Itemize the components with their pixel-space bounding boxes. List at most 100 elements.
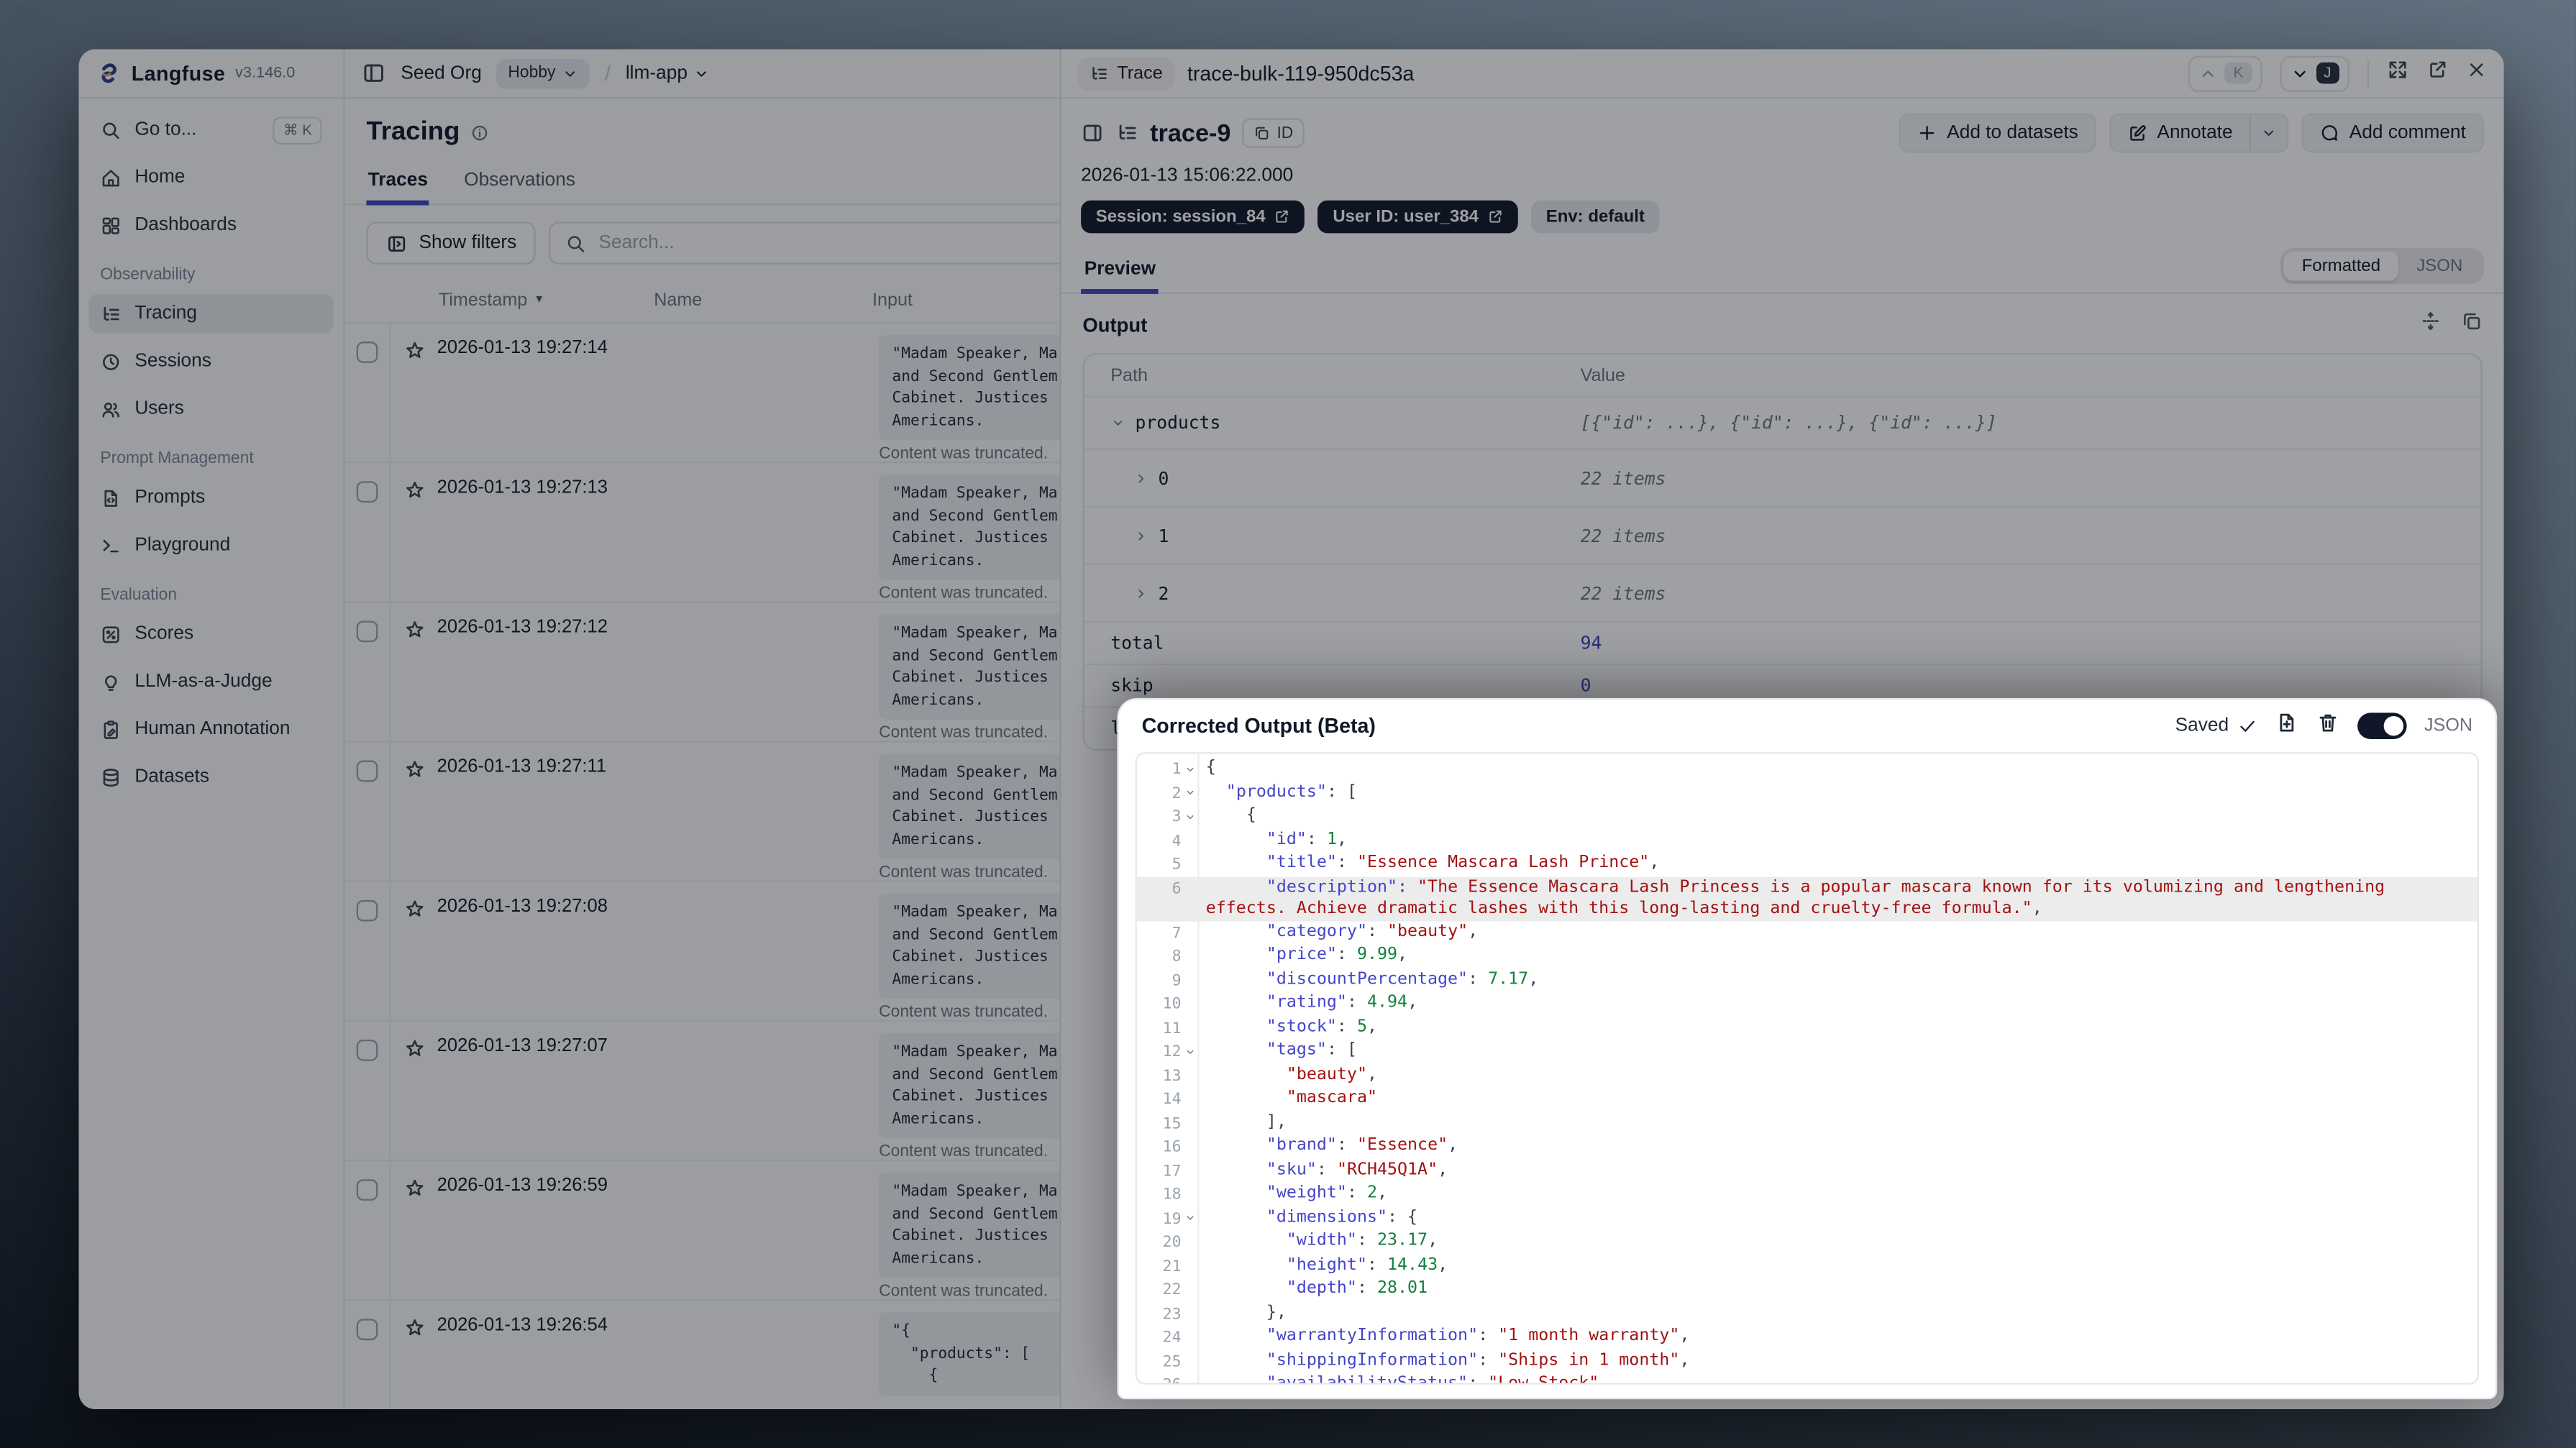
code-line[interactable]: 16 "brand": "Essence", xyxy=(1137,1135,2477,1159)
code-line[interactable]: 10 "rating": 4.94, xyxy=(1137,992,2477,1016)
line-number: 10 xyxy=(1162,995,1182,1014)
delete-button[interactable] xyxy=(2316,710,2339,741)
line-number: 1 xyxy=(1171,760,1182,779)
code-text: "description": "The Essence Mascara Lash… xyxy=(1205,878,2395,918)
code-line[interactable]: 4 "id": 1, xyxy=(1137,828,2477,852)
json-toggle[interactable] xyxy=(2357,712,2406,739)
code-line[interactable]: 1{ xyxy=(1137,757,2477,781)
code-line[interactable]: 3 { xyxy=(1137,805,2477,828)
line-number: 7 xyxy=(1171,923,1182,943)
corrected-output-title: Corrected Output (Beta) xyxy=(1141,714,1376,738)
line-number: 14 xyxy=(1162,1090,1182,1109)
save-as-dataset-button[interactable] xyxy=(2275,710,2298,741)
code-line[interactable]: 17 "sku": "RCH45Q1A", xyxy=(1137,1159,2477,1183)
code-text: "availabilityStatus": "Low Stock", xyxy=(1266,1375,1609,1385)
json-toggle-label: JSON xyxy=(2424,715,2473,736)
code-text: "height": 14.43, xyxy=(1286,1255,1448,1274)
fold-toggle-icon[interactable] xyxy=(1181,1206,1197,1230)
code-line[interactable]: 2 "products": [ xyxy=(1137,781,2477,805)
corrected-output-card: Corrected Output (Beta) Saved JSON 1{2 "… xyxy=(1117,697,2498,1400)
code-text: "sku": "RCH45Q1A", xyxy=(1266,1160,1448,1179)
fold-toggle-icon[interactable] xyxy=(1181,781,1197,805)
line-number: 24 xyxy=(1162,1329,1182,1347)
code-text: "weight": 2, xyxy=(1266,1184,1388,1203)
desktop: Langfuse v3.146.0 Seed Org Hobby / llm-a… xyxy=(0,0,2576,1448)
code-line[interactable]: 25 "shippingInformation": "Ships in 1 mo… xyxy=(1137,1350,2477,1373)
code-line[interactable]: 19 "dimensions": { xyxy=(1137,1206,2477,1230)
line-number: 5 xyxy=(1171,856,1182,874)
code-line[interactable]: 8 "price": 9.99, xyxy=(1137,945,2477,968)
line-number: 22 xyxy=(1162,1280,1182,1299)
code-line[interactable]: 15 ], xyxy=(1137,1111,2477,1135)
code-line[interactable]: 23 }, xyxy=(1137,1301,2477,1325)
line-number: 20 xyxy=(1162,1233,1182,1252)
line-number: 15 xyxy=(1162,1114,1182,1133)
fold-toggle-icon[interactable] xyxy=(1181,757,1197,781)
line-number: 8 xyxy=(1171,948,1182,966)
code-line[interactable]: 6 "description": "The Essence Mascara La… xyxy=(1136,876,2477,921)
code-text: "products": [ xyxy=(1225,782,1357,801)
saved-status: Saved xyxy=(2175,716,2257,736)
code-line[interactable]: 9 "discountPercentage": 7.17, xyxy=(1137,968,2477,992)
line-number: 11 xyxy=(1162,1019,1182,1037)
code-text: "stock": 5, xyxy=(1266,1017,1378,1036)
code-line[interactable]: 12 "tags": [ xyxy=(1137,1040,2477,1063)
code-line[interactable]: 18 "weight": 2, xyxy=(1137,1183,2477,1206)
code-text: "width": 23.17, xyxy=(1286,1232,1438,1250)
line-number: 25 xyxy=(1162,1352,1182,1371)
code-text: "id": 1, xyxy=(1266,830,1348,848)
code-line[interactable]: 21 "height": 14.43, xyxy=(1137,1254,2477,1278)
code-line[interactable]: 26 "availabilityStatus": "Low Stock", xyxy=(1137,1373,2477,1385)
line-number: 18 xyxy=(1162,1186,1182,1204)
code-text: "category": "beauty", xyxy=(1266,922,1479,940)
check-icon xyxy=(2237,716,2257,736)
line-number: 16 xyxy=(1162,1138,1182,1157)
line-number: 9 xyxy=(1171,971,1182,990)
code-line[interactable]: 11 "stock": 5, xyxy=(1137,1016,2477,1040)
line-number: 12 xyxy=(1162,1043,1182,1061)
line-number: 3 xyxy=(1171,807,1182,827)
fold-toggle-icon[interactable] xyxy=(1181,805,1197,828)
line-number: 26 xyxy=(1137,1373,1182,1383)
code-line[interactable]: 13 "beauty", xyxy=(1137,1063,2477,1087)
code-text: { xyxy=(1205,759,1216,777)
line-number: 23 xyxy=(1162,1304,1182,1324)
file-plus-icon xyxy=(2275,710,2298,733)
code-line[interactable]: 24 "warrantyInformation": "1 month warra… xyxy=(1137,1326,2477,1350)
code-text: "warrantyInformation": "1 month warranty… xyxy=(1266,1326,1690,1345)
code-line[interactable]: 22 "depth": 28.01 xyxy=(1137,1278,2477,1301)
line-number: 2 xyxy=(1171,784,1182,802)
trash-icon xyxy=(2316,710,2339,733)
code-line[interactable]: 5 "title": "Essence Mascara Lash Prince"… xyxy=(1137,853,2477,876)
line-number: 21 xyxy=(1162,1257,1182,1275)
line-number: 6 xyxy=(1171,879,1182,898)
code-text: "shippingInformation": "Ships in 1 month… xyxy=(1266,1350,1690,1370)
code-text: ], xyxy=(1205,1112,1287,1131)
toggle-knob xyxy=(2383,715,2403,736)
code-line[interactable]: 7 "category": "beauty", xyxy=(1137,920,2477,944)
code-line[interactable]: 14 "mascara" xyxy=(1137,1087,2477,1111)
json-editor[interactable]: 1{2 "products": [3 {4 "id": 1, 5 "title":… xyxy=(1135,752,2480,1385)
fold-toggle-icon[interactable] xyxy=(1181,1040,1197,1063)
code-text: { xyxy=(1205,806,1256,825)
code-text: "depth": 28.01 xyxy=(1286,1279,1428,1298)
code-line[interactable]: 20 "width": 23.17, xyxy=(1137,1230,2477,1254)
code-text: "tags": [ xyxy=(1266,1041,1357,1060)
code-text: "price": 9.99, xyxy=(1266,945,1408,964)
code-text: "title": "Essence Mascara Lash Prince", xyxy=(1266,853,1660,873)
